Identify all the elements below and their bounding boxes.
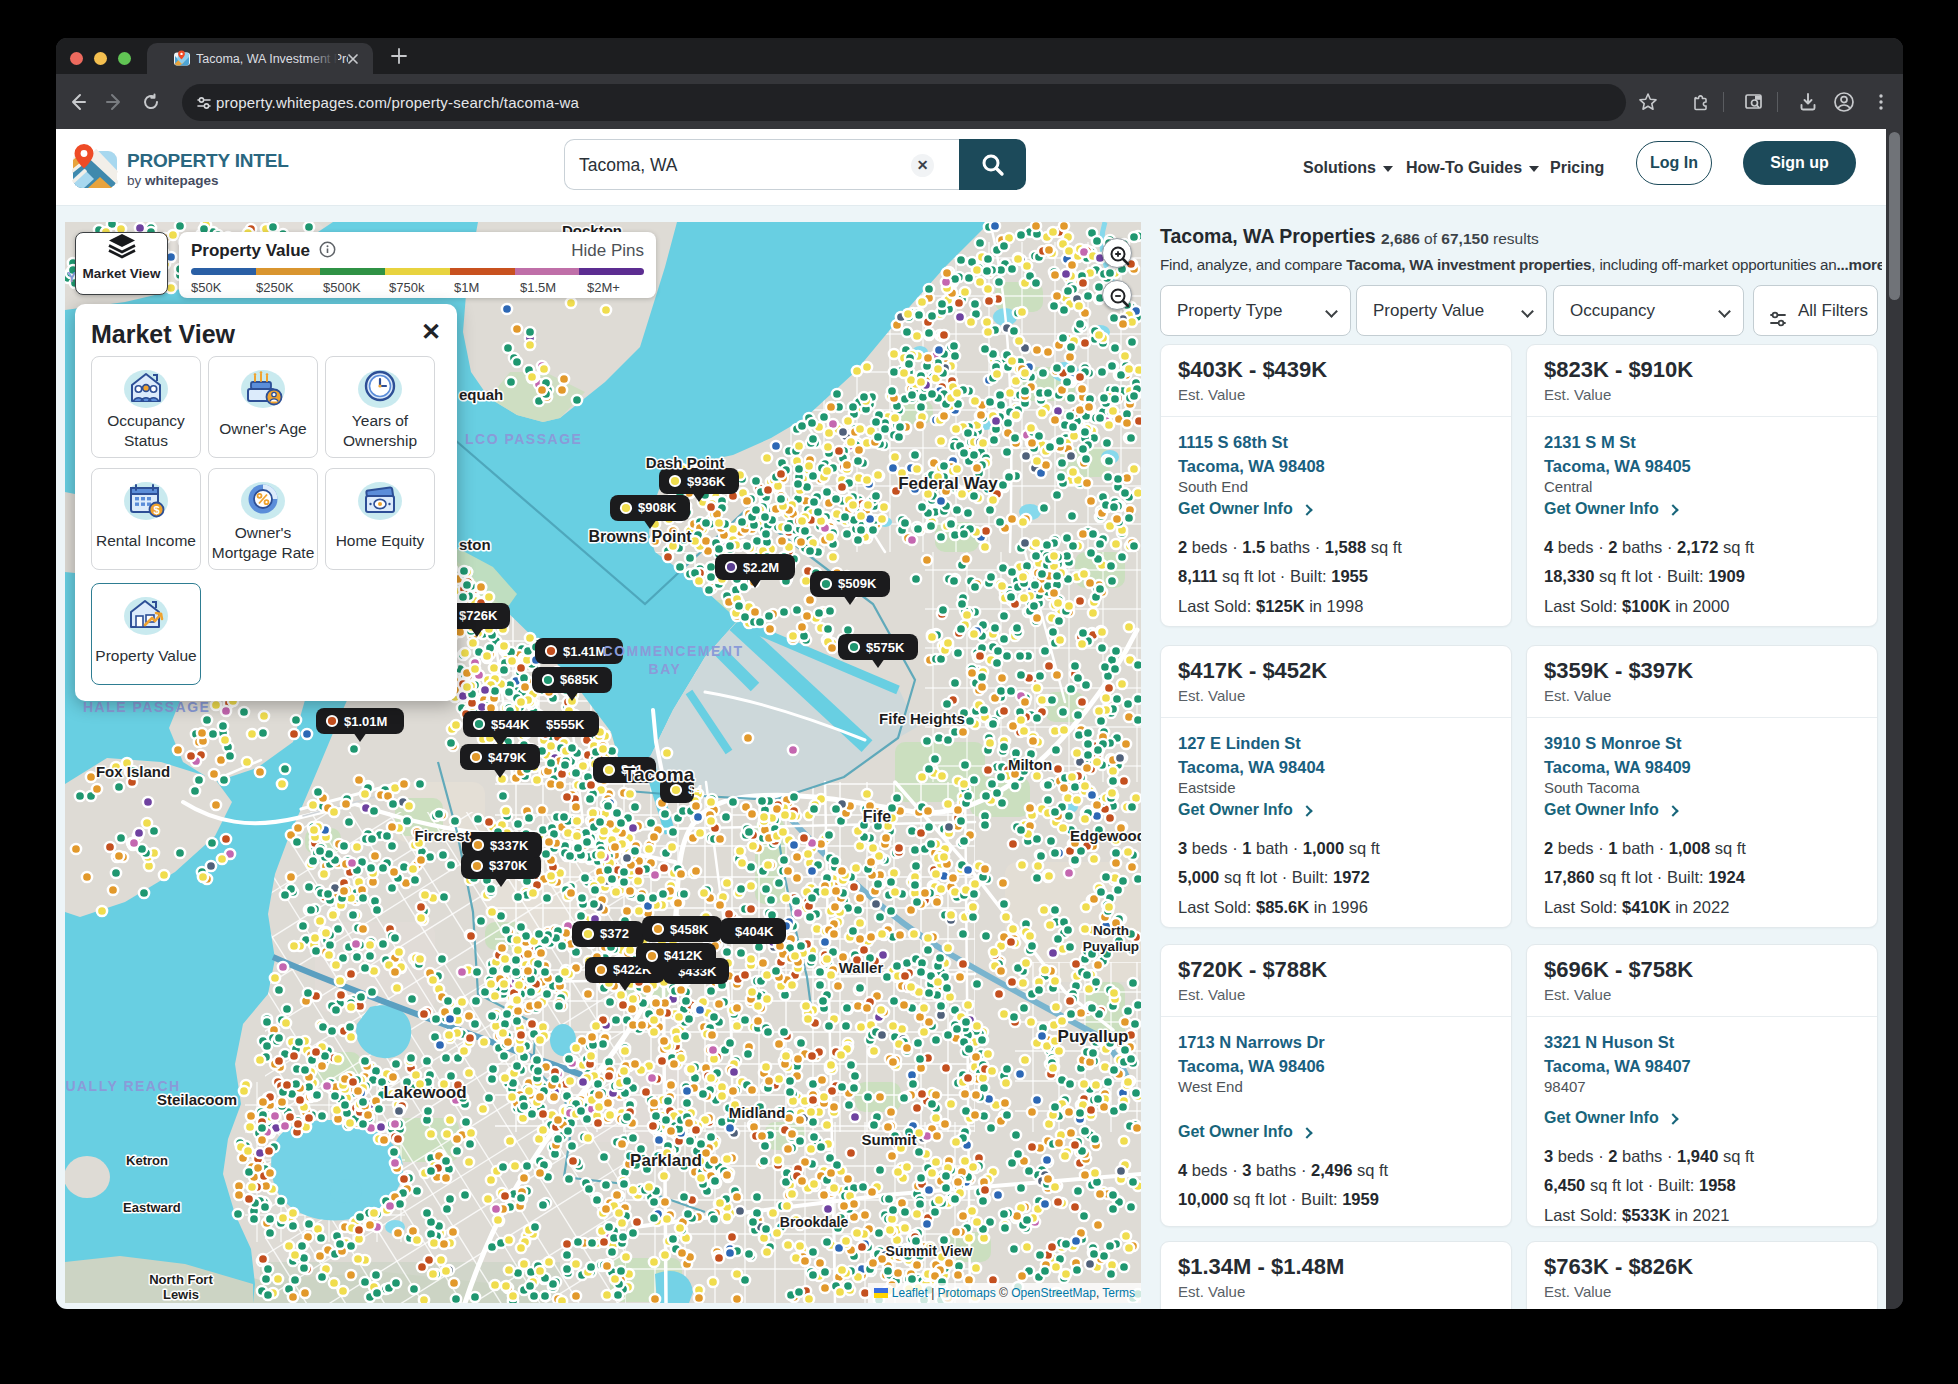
svg-text:Dash Point: Dash Point xyxy=(646,454,724,471)
svg-text:Ketron: Ketron xyxy=(126,1153,168,1168)
svg-text:Milton: Milton xyxy=(1008,756,1052,773)
svg-text:Puyallup: Puyallup xyxy=(1083,939,1139,954)
svg-text:Waller: Waller xyxy=(839,959,884,976)
svg-text:$479K: $479K xyxy=(488,750,527,765)
svg-text:$372: $372 xyxy=(600,926,629,941)
svg-text:Fircrest: Fircrest xyxy=(414,827,469,844)
svg-text:ston: ston xyxy=(459,536,491,553)
svg-text:$: $ xyxy=(153,504,159,516)
svg-text:North Fort: North Fort xyxy=(149,1272,213,1287)
svg-text:HALE PASSAGE: HALE PASSAGE xyxy=(83,699,210,715)
svg-text:Lakewood: Lakewood xyxy=(383,1083,466,1102)
svg-text:Browns Point: Browns Point xyxy=(588,528,692,545)
svg-text:Fox Island: Fox Island xyxy=(96,763,170,780)
svg-text:Fife: Fife xyxy=(863,808,892,825)
svg-text:$1.41M: $1.41M xyxy=(563,644,606,659)
svg-text:$575K: $575K xyxy=(866,640,905,655)
svg-text:$1.01M: $1.01M xyxy=(344,714,387,729)
svg-text:Parkland: Parkland xyxy=(630,1151,702,1170)
svg-text:$544K: $544K xyxy=(491,717,530,732)
svg-text:LCO PASSAGE: LCO PASSAGE xyxy=(465,431,582,447)
svg-text:North: North xyxy=(1093,923,1129,938)
svg-text:BAY: BAY xyxy=(649,661,682,677)
svg-text:$370K: $370K xyxy=(489,858,528,873)
svg-text:Midland: Midland xyxy=(729,1104,786,1121)
svg-text:$555K: $555K xyxy=(546,717,585,732)
svg-text:$685K: $685K xyxy=(560,672,599,687)
svg-text:$509K: $509K xyxy=(838,576,877,591)
svg-text:Edgewood: Edgewood xyxy=(1070,827,1141,844)
svg-text:$726K: $726K xyxy=(459,608,498,623)
svg-text:Tacoma: Tacoma xyxy=(624,764,695,785)
svg-text:Eastward: Eastward xyxy=(123,1200,181,1215)
svg-text:Federal Way: Federal Way xyxy=(898,474,998,493)
svg-text:$936K: $936K xyxy=(687,474,726,489)
svg-text:$337K: $337K xyxy=(490,838,529,853)
svg-text:$908K: $908K xyxy=(638,500,677,515)
svg-text:$458K: $458K xyxy=(670,922,709,937)
svg-text:$404K: $404K xyxy=(735,924,774,939)
svg-text:Fife Heights: Fife Heights xyxy=(879,710,965,727)
svg-text:$2.2M: $2.2M xyxy=(743,560,779,575)
svg-text:Summit View: Summit View xyxy=(886,1243,973,1259)
svg-text:QUALLY REACH: QUALLY REACH xyxy=(65,1078,181,1094)
svg-text:Brookdale: Brookdale xyxy=(780,1214,849,1230)
svg-text:COMMENCEMENT: COMMENCEMENT xyxy=(603,643,744,659)
svg-text:Puyallup: Puyallup xyxy=(1058,1027,1129,1046)
svg-text:Lewis: Lewis xyxy=(163,1287,199,1302)
svg-text:equah: equah xyxy=(459,386,503,403)
svg-text:$412K: $412K xyxy=(664,948,703,963)
svg-text:Summit: Summit xyxy=(861,1131,916,1148)
